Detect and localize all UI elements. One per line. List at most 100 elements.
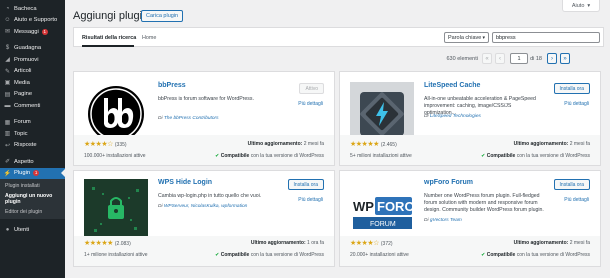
plugin-description: bbPress is forum software for WordPress. xyxy=(158,96,254,102)
topic-icon: ▥ xyxy=(4,131,11,138)
submenu-add-plugin[interactable]: Aggiungi un nuovo plugin xyxy=(0,191,65,207)
menu-item-bacheca[interactable]: ◔ Bacheca xyxy=(0,3,65,15)
menu-item-media[interactable]: ▣ Media xyxy=(0,77,65,89)
menu-item-articoli[interactable]: ✎ Articoli xyxy=(0,66,65,78)
first-page-button[interactable]: « xyxy=(482,53,492,64)
compatibility: ✔ Compatibile con la tua versione di Wor… xyxy=(215,153,324,159)
pagination: 630 elementi « ‹ 1 di 18 › » xyxy=(65,53,600,65)
brush-icon: ✐ xyxy=(4,159,11,166)
admin-sidebar: ◔ Bacheca ☺ Aiuto e Supporto ✉ Messaggi 1 $ G… xyxy=(0,0,65,278)
last-page-button[interactable]: » xyxy=(560,53,570,64)
wpforo-logo-forum: FORUM xyxy=(370,221,396,228)
plugin-author: Di gVectors Team xyxy=(424,218,462,223)
page-icon: ▤ xyxy=(4,91,11,98)
author-link[interactable]: The bbPress Contributors xyxy=(164,116,219,121)
menu-item-aiuto[interactable]: ☺ Aiuto e Supporto xyxy=(0,15,65,27)
menu-item-promuovi[interactable]: ◢ Promuovi xyxy=(0,54,65,66)
rating-count: (2.083) xyxy=(114,241,131,247)
menu-item-risposte[interactable]: ↩ Risposte xyxy=(0,140,65,152)
submenu-installed-plugins[interactable]: Plugin installati xyxy=(0,181,65,191)
dollar-icon: $ xyxy=(5,45,10,52)
megaphone-icon: ◢ xyxy=(5,57,10,64)
author-link[interactable]: LiteSpeed Technologies xyxy=(430,114,481,119)
current-page-input[interactable]: 1 xyxy=(510,53,528,64)
install-now-button[interactable]: Installa ora xyxy=(553,83,590,94)
compatibility: ✔ Compatibile con la tua versione di Wor… xyxy=(481,252,590,258)
more-details-link[interactable]: Più dettagli xyxy=(564,101,589,107)
plugin-author: Di The bbPress Contributors xyxy=(158,116,219,121)
next-page-button[interactable]: › xyxy=(547,53,557,64)
upload-plugin-button[interactable]: Carica plugin xyxy=(141,10,184,22)
menu-item-commenti[interactable]: ▬ Commenti xyxy=(0,100,65,112)
last-updated: Ultimo aggiornamento: 1 ora fa xyxy=(250,240,324,246)
more-details-link[interactable]: Più dettagli xyxy=(298,197,323,203)
more-details-link[interactable]: Più dettagli xyxy=(564,197,589,203)
active-installs: 5+ milioni installazioni attive xyxy=(350,153,412,159)
plugin-description: Cambia wp-login.php in tutto quello che … xyxy=(158,193,262,199)
check-icon: ✔ xyxy=(215,252,220,258)
search-type-select[interactable]: Parola chiave ▾ xyxy=(444,32,489,43)
menu-item-utenti[interactable]: ● Utenti xyxy=(0,224,65,236)
author-link[interactable]: gVectors Team xyxy=(430,218,462,223)
rating-stars: ★★★★☆ (372) xyxy=(350,240,393,247)
more-details-link[interactable]: Più dettagli xyxy=(298,101,323,107)
rating-count: (372) xyxy=(380,241,393,247)
check-icon: ✔ xyxy=(481,252,486,258)
menu-item-topic[interactable]: ▥ Topic xyxy=(0,128,65,140)
submenu-plugin-editor[interactable]: Editor dei plugin xyxy=(0,207,65,217)
pin-icon: ✎ xyxy=(4,68,11,75)
active-tab-indicator xyxy=(82,45,134,47)
page-total: di 18 xyxy=(530,56,542,62)
menu-item-aspetto[interactable]: ✐ Aspetto xyxy=(0,156,65,168)
plugin-card-bbpress-footer: ★★★★☆ (335) 100.000+ installazioni attive… xyxy=(73,135,335,166)
rating-stars: ★★★★☆ (335) xyxy=(84,141,127,148)
rating-stars: ★★★★★ (2.083) xyxy=(84,240,131,247)
compatibility: ✔ Compatibile con la tua versione di Wor… xyxy=(481,153,590,159)
users-icon: ● xyxy=(5,226,10,233)
author-link[interactable]: WPServeur, NicolasKulka, wpformation xyxy=(164,204,247,209)
menu-item-guadagna[interactable]: $ Guadagna xyxy=(0,43,65,55)
menu-item-plugin[interactable]: ⚡ Plugin 1 xyxy=(0,167,65,179)
help-icon: ☺ xyxy=(4,17,11,24)
help-tab-button[interactable]: Aiuto ▾ xyxy=(562,0,600,12)
plugin-name-link[interactable]: WPS Hide Login xyxy=(158,179,212,186)
filter-bar: Risultati della ricerca Home Parola chia… xyxy=(73,27,604,47)
main-content: Aiuto ▾ Aggiungi plugin Carica plugin Ris… xyxy=(65,0,610,278)
install-now-button[interactable]: Installa ora xyxy=(287,179,324,190)
active-installs: 1+ milione installazioni attive xyxy=(84,252,148,258)
chevron-down-icon: ▾ xyxy=(482,34,485,41)
menu-item-pagine[interactable]: ▤ Pagine xyxy=(0,89,65,101)
plugin-name-link[interactable]: LiteSpeed Cache xyxy=(424,82,480,89)
plugin-icon: ⚡ xyxy=(3,170,12,177)
last-updated: Ultimo aggiornamento: 2 mesi fa xyxy=(513,240,590,246)
install-now-button[interactable]: Installa ora xyxy=(553,179,590,190)
last-updated: Ultimo aggiornamento: 2 mesi fa xyxy=(247,141,324,147)
plugin-name-link[interactable]: bbPress xyxy=(158,82,186,89)
tab-search-results[interactable]: Risultati della ricerca xyxy=(82,35,136,41)
check-icon: ✔ xyxy=(215,153,220,159)
active-installs: 20.000+ installazioni attive xyxy=(350,252,409,258)
rating-count: (2.465) xyxy=(380,142,397,148)
wpforo-logo-wp: WP xyxy=(353,199,374,214)
plugin-card-wpforo-footer: ★★★★☆ (372) 20.000+ installazioni attive … xyxy=(339,236,601,267)
compatibility: ✔ Compatibile con la tua versione di Wor… xyxy=(215,252,324,258)
menu-item-forum[interactable]: ▦ Forum xyxy=(0,117,65,129)
menu-item-messaggi[interactable]: ✉ Messaggi 1 xyxy=(0,26,65,38)
mail-icon: ✉ xyxy=(4,29,11,36)
plugin-name-link[interactable]: wpForo Forum xyxy=(424,179,473,186)
wps-hide-login-logo xyxy=(84,179,148,243)
reply-icon: ↩ xyxy=(4,142,11,149)
plugin-author: Di LiteSpeed Technologies xyxy=(424,114,481,119)
notification-badge: 1 xyxy=(33,170,40,177)
rating-stars: ★★★★★ (2.465) xyxy=(350,141,397,148)
plugin-description: Number one WordPress forum plugin. Full-… xyxy=(424,193,544,213)
search-input[interactable]: bbpress xyxy=(492,32,600,43)
tab-home[interactable]: Home xyxy=(142,35,156,41)
prev-page-button[interactable]: ‹ xyxy=(495,53,505,64)
plugin-card-wps-hide-login-footer: ★★★★★ (2.083) 1+ milione installazioni at… xyxy=(73,236,335,267)
media-icon: ▣ xyxy=(4,80,11,87)
notification-badge: 1 xyxy=(41,28,48,35)
page-title: Aggiungi plugin xyxy=(73,10,149,22)
comment-icon: ▬ xyxy=(4,102,11,109)
plugin-author: Di WPServeur, NicolasKulka, wpformation xyxy=(158,204,248,209)
